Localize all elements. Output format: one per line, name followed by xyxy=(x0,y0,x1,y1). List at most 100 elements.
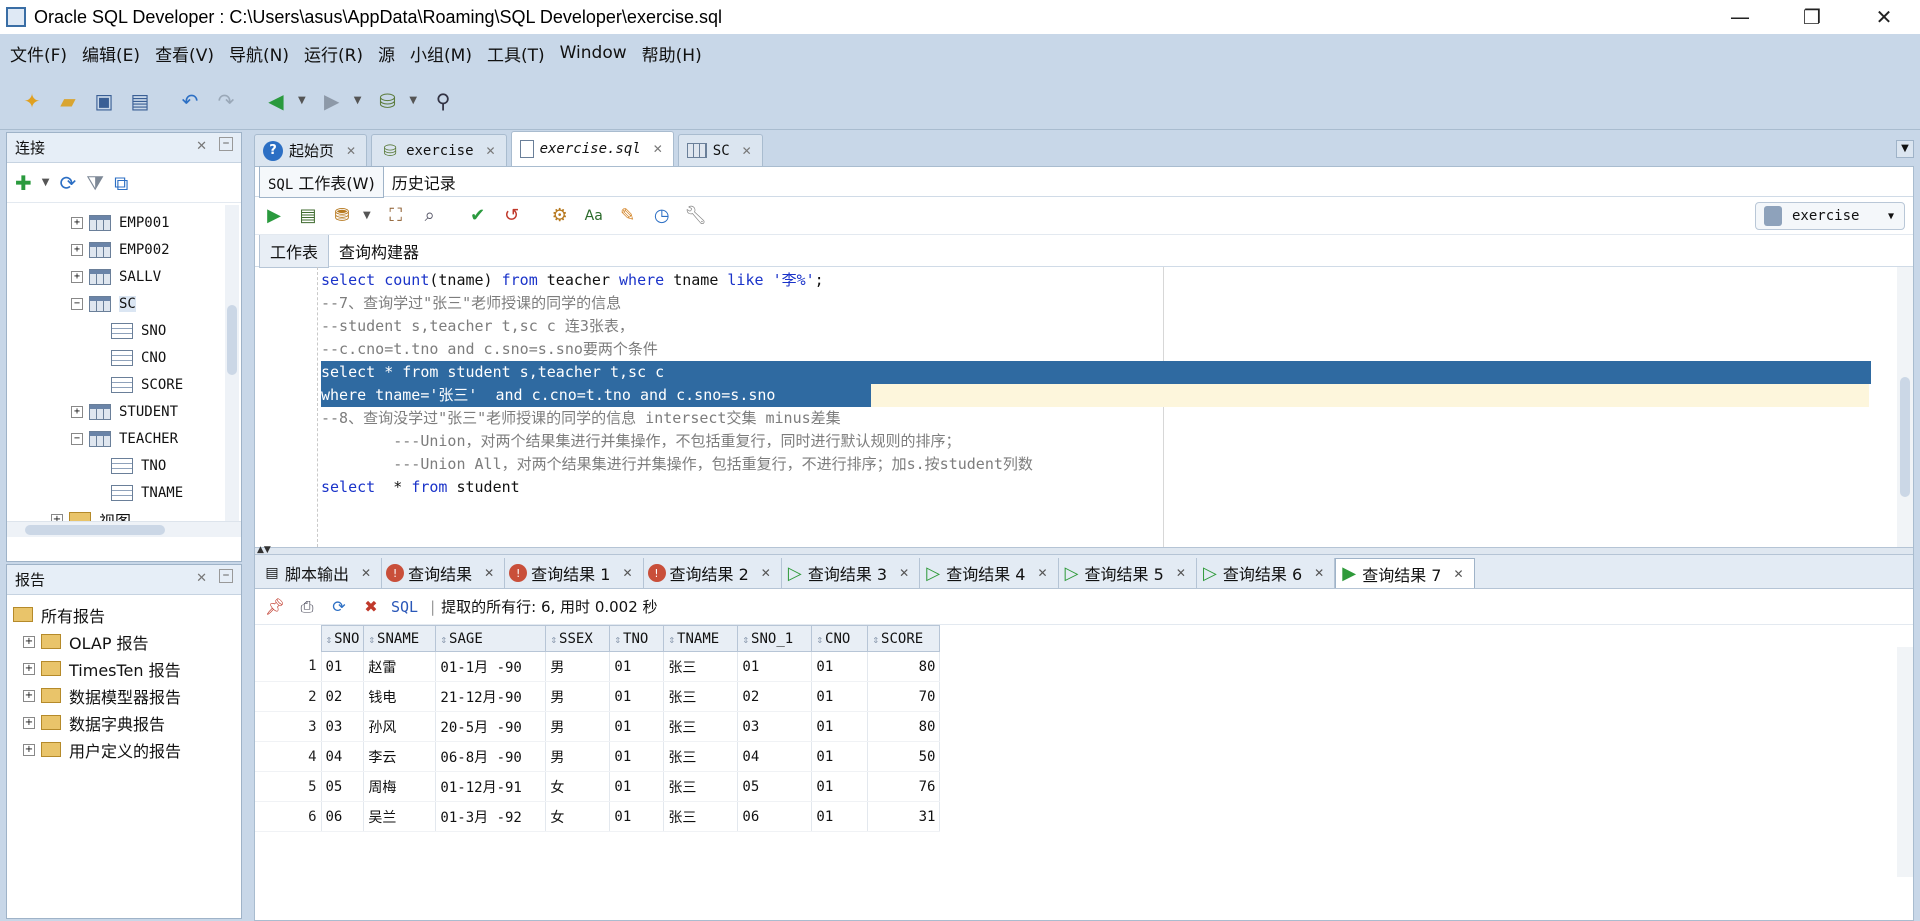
close-icon[interactable]: ✕ xyxy=(653,142,663,156)
expand-icon[interactable]: + xyxy=(71,270,83,283)
tab-history[interactable]: 历史记录 xyxy=(384,167,464,197)
column-header-ssex[interactable]: ⇕ SSEX xyxy=(545,625,611,652)
close-icon[interactable]: ✕ xyxy=(899,566,909,580)
tab-query-result-7[interactable]: ▶ 查询结果 7 ✕ xyxy=(1335,558,1475,588)
table-row[interactable]: 4 04 李云 06-8月 -90 男 01 张三 04 01 50 xyxy=(255,741,941,772)
filter-icon[interactable]: ⧩ xyxy=(86,171,104,195)
report-item-timesten[interactable]: + TimesTen 报告 xyxy=(13,655,241,682)
menu-edit[interactable]: 编辑(E) xyxy=(82,41,140,66)
refresh-icon[interactable]: ⟳ xyxy=(59,171,76,195)
report-item-user-defined[interactable]: + 用户定义的报告 xyxy=(13,736,241,763)
tree-item-emp002[interactable]: + EMP002 xyxy=(71,236,170,263)
schema-browser-icon[interactable]: ⧉ xyxy=(114,171,128,195)
tab-query-builder[interactable]: 查询构建器 xyxy=(329,235,429,267)
tab-exercise-connection[interactable]: ⛁ exercise ✕ xyxy=(371,134,507,166)
menu-file[interactable]: 文件(F) xyxy=(10,41,67,66)
expand-icon[interactable]: + xyxy=(23,635,35,648)
explain-plan-icon[interactable]: ⛶ xyxy=(383,202,409,230)
expand-icon[interactable]: + xyxy=(23,689,35,702)
column-header-sname[interactable]: ⇕ SNAME xyxy=(363,625,437,652)
tab-query-result-5[interactable]: ▷ 查询结果 5 ✕ xyxy=(1059,558,1197,588)
menu-run[interactable]: 运行(R) xyxy=(304,41,363,66)
menu-help[interactable]: 帮助(H) xyxy=(642,41,702,66)
table-row[interactable]: 3 03 孙风 20-5月 -90 男 01 张三 03 01 80 xyxy=(255,711,941,742)
save-all-icon[interactable]: ▤ xyxy=(126,87,154,115)
sql-worksheet-dropdown-icon[interactable]: ▼ xyxy=(409,95,417,106)
collapse-icon[interactable]: − xyxy=(71,297,83,310)
tab-start-page[interactable]: ? 起始页 ✕ xyxy=(254,134,368,166)
tab-exercise-sql[interactable]: exercise.sql ✕ xyxy=(510,131,674,166)
menu-source[interactable]: 源 xyxy=(378,41,395,66)
sql-history-icon[interactable]: ◷ xyxy=(649,202,675,230)
table-row[interactable]: 1 01 赵雷 01-1月 -90 男 01 张三 01 01 80 xyxy=(255,651,941,682)
table-row[interactable]: 5 05 周梅 01-12月-91 女 01 张三 05 01 76 xyxy=(255,771,941,802)
expand-icon[interactable]: + xyxy=(71,405,83,418)
tree-item-sc-sno[interactable]: SNO xyxy=(111,317,166,344)
close-icon[interactable]: ✕ xyxy=(484,566,494,580)
tab-query-result-1[interactable]: ! 查询结果 1 ✕ xyxy=(505,558,644,588)
tree-horizontal-scrollbar[interactable] xyxy=(7,521,241,537)
tab-script-output[interactable]: ▤ 脚本输出 ✕ xyxy=(259,558,383,588)
close-icon[interactable]: ✕ xyxy=(1176,566,1186,580)
tree-item-student[interactable]: + STUDENT xyxy=(71,398,178,425)
back-icon[interactable]: ◀ xyxy=(262,87,290,115)
run-statement-icon[interactable]: ▶ xyxy=(261,202,287,230)
sql-worksheet-icon[interactable]: ⛁ xyxy=(373,87,401,115)
sql-link[interactable]: SQL xyxy=(391,598,418,616)
menu-team[interactable]: 小组(M) xyxy=(410,41,472,66)
commit-transaction-icon[interactable]: ✔ xyxy=(465,202,491,230)
editor-vertical-scrollbar[interactable] xyxy=(1897,267,1913,547)
reports-root[interactable]: 所有报告 xyxy=(13,601,241,628)
run-script-icon[interactable]: ▤ xyxy=(295,202,321,230)
open-folder-icon[interactable]: ▰ xyxy=(54,87,82,115)
splitter-handle[interactable]: ▲▼ xyxy=(255,545,1913,555)
cancel-query-icon[interactable]: ✖ xyxy=(359,593,383,621)
new-file-icon[interactable]: ✦ xyxy=(18,87,46,115)
tree-item-teacher-tno[interactable]: TNO xyxy=(111,452,166,479)
tree-item-sallv[interactable]: + SALLV xyxy=(71,263,161,290)
wrench-icon[interactable]: 🔧︎ xyxy=(683,202,709,230)
collapse-icon[interactable]: − xyxy=(71,432,83,445)
commit-icon[interactable]: ⛃ xyxy=(329,202,355,230)
column-header-sage[interactable]: ⇕ SAGE xyxy=(435,625,547,652)
connection-select[interactable]: exercise ▼ xyxy=(1755,202,1905,230)
rollback-icon[interactable]: ↺ xyxy=(499,202,525,230)
close-icon[interactable]: ✕ xyxy=(761,566,771,580)
tab-query-result-6[interactable]: ▷ 查询结果 6 ✕ xyxy=(1197,558,1336,588)
menu-view[interactable]: 查看(V) xyxy=(155,41,214,66)
tree-item-teacher[interactable]: − TEACHER xyxy=(71,425,178,452)
close-icon[interactable]: ✕ xyxy=(622,566,632,580)
pin-icon[interactable]: 📌︎ xyxy=(263,593,287,621)
forward-dropdown-icon[interactable]: ▼ xyxy=(354,95,362,106)
redo-icon[interactable]: ↷ xyxy=(212,87,240,115)
tree-item-views[interactable]: + 视图 xyxy=(51,506,131,521)
sql-editor[interactable]: select count(tname) from teacher where t… xyxy=(255,267,1913,547)
result-vertical-scrollbar[interactable] xyxy=(1897,647,1913,877)
tab-query-result-3[interactable]: ▷ 查询结果 3 ✕ xyxy=(782,558,921,588)
minimize-panel-icon[interactable]: – xyxy=(219,136,233,151)
add-connection-icon[interactable]: ✚ xyxy=(15,171,32,195)
close-icon[interactable]: ✕ xyxy=(1314,566,1324,580)
report-item-data-dictionary[interactable]: + 数据字典报告 xyxy=(13,709,241,736)
expand-icon[interactable]: + xyxy=(51,513,63,521)
column-header-score[interactable]: ⇕ SCORE xyxy=(867,625,941,652)
tree-item-emp001[interactable]: + EMP001 xyxy=(71,209,170,236)
menu-window[interactable]: Window xyxy=(560,43,627,63)
clear-eraser-icon[interactable]: ✎ xyxy=(615,202,641,230)
tab-query-result-2[interactable]: ! 查询结果 2 ✕ xyxy=(644,558,782,588)
close-icon[interactable]: ✕ xyxy=(346,144,356,158)
tab-query-result-4[interactable]: ▷ 查询结果 4 ✕ xyxy=(920,558,1059,588)
close-icon[interactable]: ✕ xyxy=(1454,567,1464,581)
tree-item-sc-score[interactable]: SCORE xyxy=(111,371,183,398)
tree-item-sc[interactable]: − SC xyxy=(71,290,136,317)
menu-tools[interactable]: 工具(T) xyxy=(487,41,545,66)
column-header-sno[interactable]: ⇕ SNO xyxy=(320,625,365,652)
column-header-cno[interactable]: ⇕ CNO xyxy=(811,625,869,652)
minimize-button[interactable]: — xyxy=(1704,0,1776,34)
tab-query-result[interactable]: ! 查询结果 ✕ xyxy=(382,558,506,588)
tab-sc-table[interactable]: SC ✕ xyxy=(677,134,763,166)
expand-icon[interactable]: + xyxy=(23,743,35,756)
save-icon[interactable]: ▣ xyxy=(90,87,118,115)
tree-item-teacher-tname[interactable]: TNAME xyxy=(111,479,183,506)
tree-vertical-scrollbar[interactable] xyxy=(225,205,239,523)
